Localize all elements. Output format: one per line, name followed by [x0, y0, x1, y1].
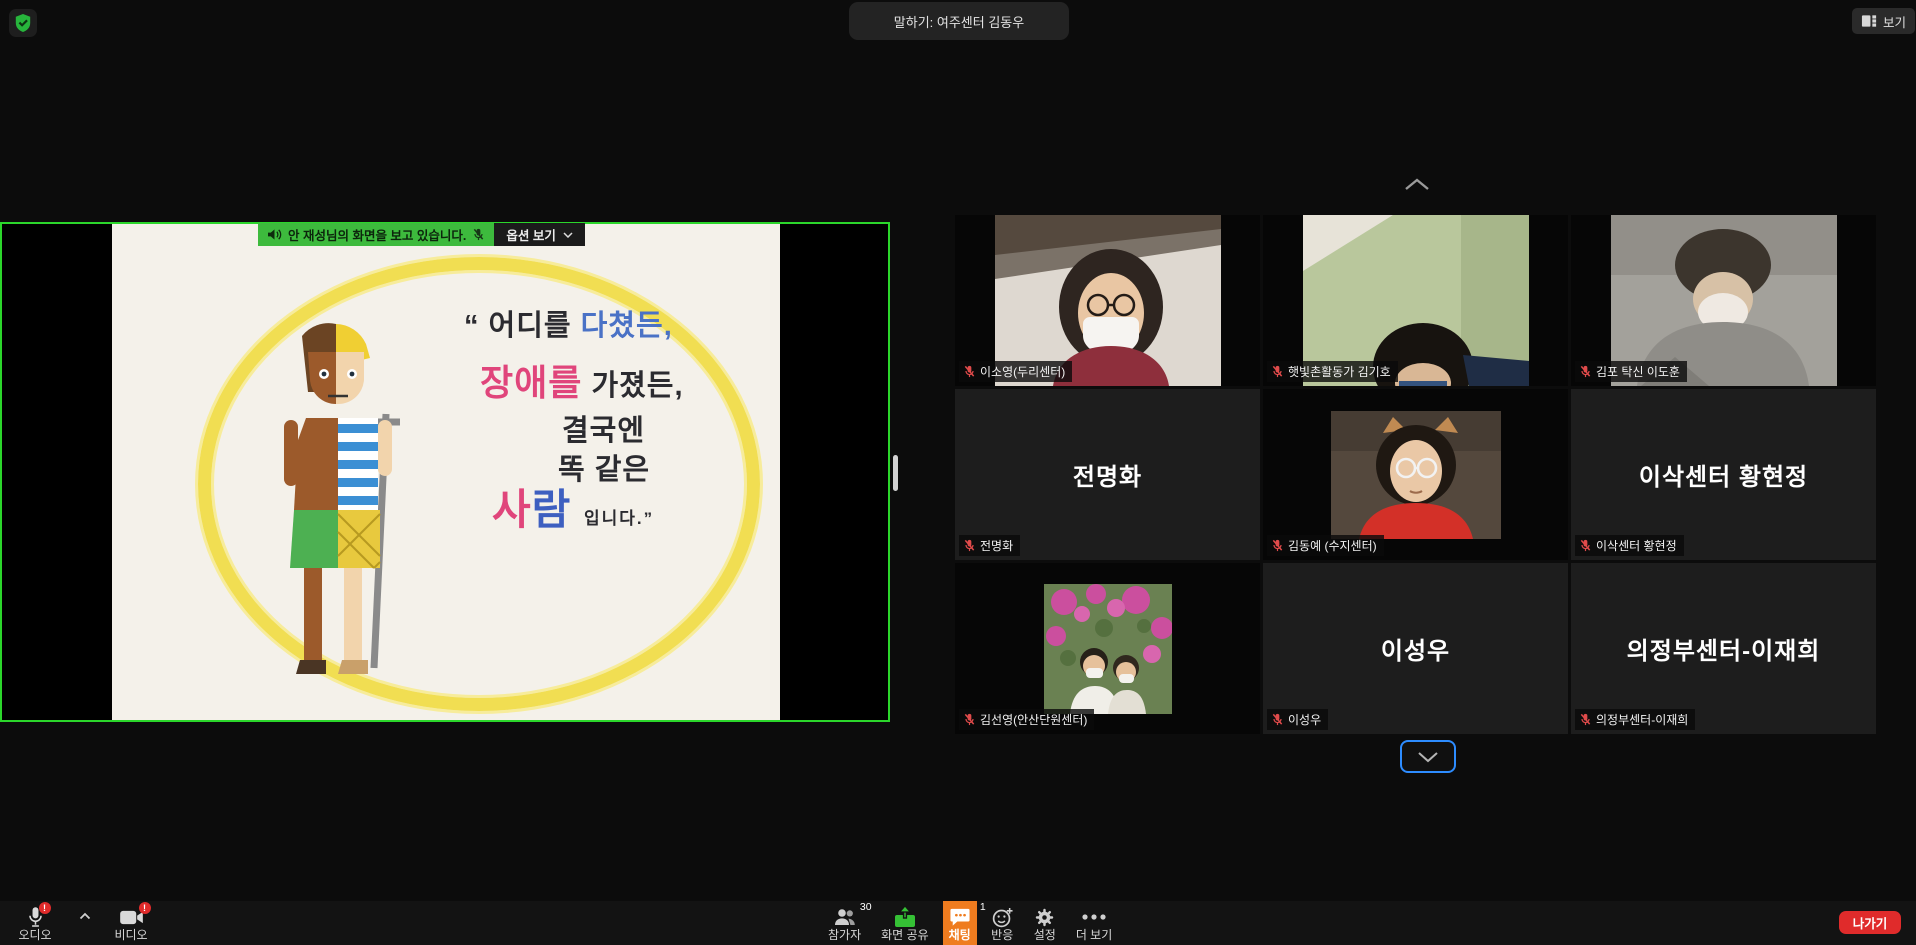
chevron-down-icon [563, 232, 573, 238]
panel-resize-handle[interactable] [893, 455, 898, 491]
mic-muted-icon [1271, 539, 1284, 552]
mic-icon: ! [27, 905, 44, 929]
mic-muted-icon [1579, 365, 1592, 378]
poster-text-line5: 사람 입니다.” [492, 476, 654, 537]
participant-tile[interactable]: 이성우 이성우 [1263, 563, 1568, 734]
participant-tile[interactable]: 이소영(두리센터) [955, 215, 1260, 386]
share-banner: 안 재성님의 화면을 보고 있습니다. 옵션 보기 [258, 223, 585, 246]
active-speaker-indicator: 말하기: 여주센터 김동우 [849, 2, 1069, 40]
participant-name-display: 의정부센터-이재희 [1627, 631, 1821, 666]
more-dots-icon [1081, 905, 1107, 929]
mic-muted-icon [1271, 365, 1284, 378]
participants-count: 30 [860, 901, 872, 913]
video-warning-badge: ! [139, 902, 151, 914]
participant-tile[interactable]: 햇빛촌활동가 김기호 [1263, 215, 1568, 386]
participant-name-display: 전명화 [1073, 457, 1142, 492]
settings-button[interactable]: 설정 [1028, 901, 1062, 945]
participant-label: 이소영(두리센터) [959, 361, 1072, 382]
active-speaker-label: 말하기: 여주센터 김동우 [894, 12, 1024, 31]
shared-screen-area: 안 재성님의 화면을 보고 있습니다. 옵션 보기 [0, 222, 890, 722]
mic-muted-icon [1271, 713, 1284, 726]
participant-label: 김포 탁신 이도훈 [1575, 361, 1687, 382]
participant-tile[interactable]: 김포 탁신 이도훈 [1571, 215, 1876, 386]
mic-muted-icon [963, 365, 976, 378]
audio-button[interactable]: ! 오디오 [6, 901, 64, 945]
view-button[interactable]: 보기 [1852, 8, 1915, 34]
mic-muted-icon [1579, 713, 1592, 726]
more-button[interactable]: 더 보기 [1070, 901, 1118, 945]
participant-label: 이성우 [1267, 709, 1328, 730]
chat-icon: 1 [949, 905, 971, 929]
participant-label: 이삭센터 황현정 [1575, 535, 1684, 556]
mic-muted-icon [472, 228, 485, 241]
chevron-up-icon [79, 912, 91, 920]
participants-button[interactable]: 30 참가자 [822, 901, 867, 945]
participant-label: 햇빛촌활동가 김기호 [1267, 361, 1398, 382]
participant-label: 김선영(안산단원센터) [959, 709, 1094, 730]
participant-tile[interactable]: 의정부센터-이재희 의정부센터-이재희 [1571, 563, 1876, 734]
watching-banner: 안 재성님의 화면을 보고 있습니다. [258, 223, 494, 246]
audio-options-caret[interactable] [70, 901, 100, 945]
participant-gallery: 이소영(두리센터) 햇빛촌활동가 김기호 [955, 215, 1876, 734]
gallery-scroll-down-button[interactable] [1400, 740, 1456, 773]
screen-share-button[interactable]: 화면 공유 [875, 901, 935, 945]
audio-warning-badge: ! [39, 902, 51, 914]
meeting-toolbar: ! 오디오 ! 비디오 30 [0, 901, 1916, 945]
participant-video [1044, 584, 1172, 714]
mic-muted-icon [963, 539, 976, 552]
meeting-security-button[interactable] [9, 9, 37, 37]
camera-icon: ! [119, 905, 144, 929]
video-button[interactable]: ! 비디오 [102, 901, 160, 945]
speaker-icon [267, 228, 282, 241]
poster-text-line1: “ 어디를 다쳤든, [464, 302, 673, 344]
participant-label: 전명화 [959, 535, 1020, 556]
leave-button[interactable]: 나가기 [1839, 911, 1901, 934]
poster-text-line3: 결국엔 [562, 407, 645, 449]
shared-poster-content: “ 어디를 다쳤든, 장애를 가졌든, 결국엔 똑 같은 사람 입니다.” [112, 224, 780, 720]
participant-tile[interactable]: 김동예 (수지센터) [1263, 389, 1568, 560]
gallery-scroll-up-icon[interactable] [1402, 176, 1432, 192]
chat-button[interactable]: 1 채팅 [943, 901, 977, 945]
participant-tile[interactable]: 전명화 전명화 [955, 389, 1260, 560]
participant-video [1331, 411, 1501, 539]
share-options-button[interactable]: 옵션 보기 [494, 223, 584, 246]
participant-tile[interactable]: 김선영(안산단원센터) [955, 563, 1260, 734]
mic-muted-icon [963, 713, 976, 726]
reactions-icon [991, 905, 1014, 929]
mic-muted-icon [1579, 539, 1592, 552]
participant-tile[interactable]: 이삭센터 황현정 이삭센터 황현정 [1571, 389, 1876, 560]
reactions-button[interactable]: 반응 [985, 901, 1020, 945]
shield-check-icon [14, 13, 32, 33]
view-button-label: 보기 [1883, 12, 1906, 31]
share-options-label: 옵션 보기 [506, 225, 555, 244]
chevron-down-icon [1416, 751, 1440, 763]
participants-icon: 30 [833, 905, 857, 929]
participant-name-display: 이성우 [1381, 631, 1450, 666]
watching-banner-text: 안 재성님의 화면을 보고 있습니다. [288, 225, 466, 244]
poster-illustration [270, 322, 422, 684]
gallery-view-icon [1861, 14, 1878, 28]
participant-label: 의정부센터-이재희 [1575, 709, 1695, 730]
participant-name-display: 이삭센터 황현정 [1639, 457, 1808, 492]
gear-icon [1034, 905, 1055, 929]
poster-text-line2: 장애를 가졌든, [480, 354, 684, 406]
screen-share-icon [893, 905, 917, 929]
participant-label: 김동예 (수지센터) [1267, 535, 1384, 556]
